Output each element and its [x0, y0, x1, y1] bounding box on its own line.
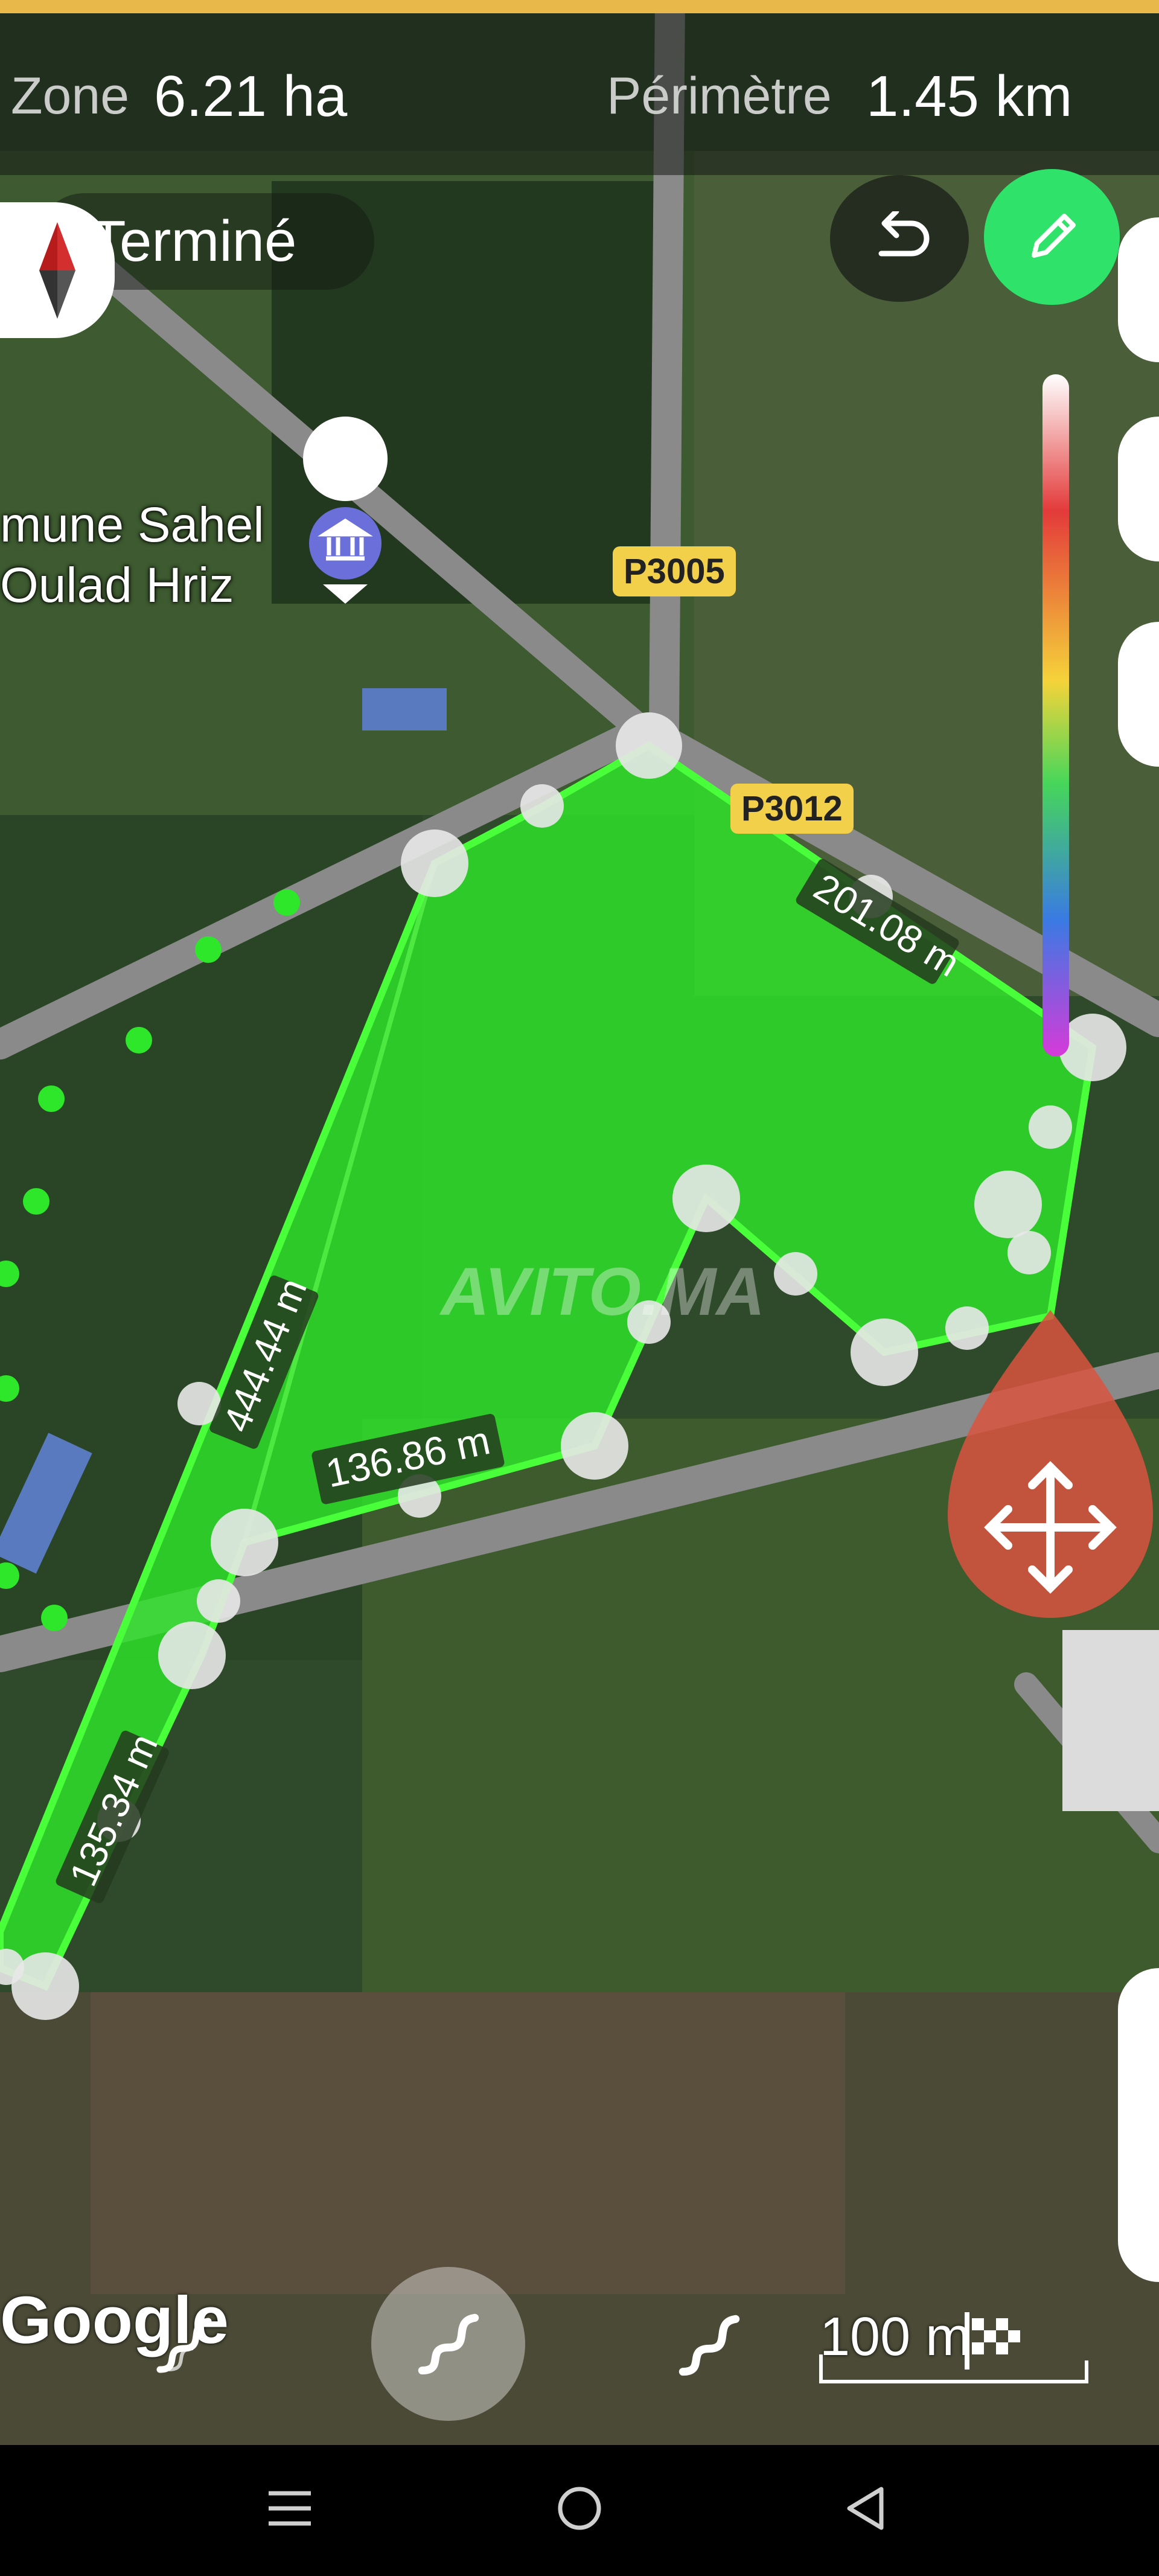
done-label[interactable]: Terminé	[91, 208, 296, 275]
edit-button[interactable]	[984, 169, 1120, 305]
side-button-2[interactable]	[1118, 417, 1159, 561]
menu-icon[interactable]	[254, 2472, 326, 2545]
side-button-1[interactable]	[1118, 217, 1159, 362]
route-icon	[418, 2313, 479, 2374]
elevation-gradient-bar	[1042, 374, 1069, 1056]
perimeter-value: 1.45 km	[866, 64, 1073, 129]
pencil-icon	[1031, 213, 1076, 258]
back-triangle-icon[interactable]	[830, 2472, 902, 2545]
road-label-p3005: P3005	[613, 546, 736, 596]
undo-icon	[878, 211, 930, 257]
place-name-line2: Oulad Hriz	[0, 558, 234, 613]
place-name-line1: mune Sahel	[0, 497, 264, 552]
perimeter-label: Périmètre	[607, 67, 832, 125]
checkered-flag-icon[interactable]	[954, 2300, 1032, 2379]
scale-label: 100 m	[820, 2307, 971, 2367]
undo-button[interactable]	[830, 175, 969, 302]
greenhouse	[1062, 1630, 1159, 1811]
side-button-3[interactable]	[1118, 622, 1159, 767]
side-panel-handle[interactable]	[1118, 1968, 1159, 2282]
compass-icon	[39, 222, 75, 319]
route-tool-selected[interactable]	[371, 2267, 525, 2421]
road-label-p3012: P3012	[730, 784, 854, 834]
route-icon[interactable]	[145, 2306, 223, 2385]
route-icon[interactable]	[670, 2306, 749, 2385]
zone-value: 6.21 ha	[154, 64, 348, 129]
building	[362, 688, 447, 730]
place-name: mune Sahel Oulad Hriz	[0, 495, 264, 616]
home-circle-icon[interactable]	[543, 2472, 616, 2545]
status-stripe	[0, 0, 1159, 13]
watermark: AVITO.MA	[441, 1254, 765, 1329]
zone-label: Zone	[11, 67, 130, 125]
